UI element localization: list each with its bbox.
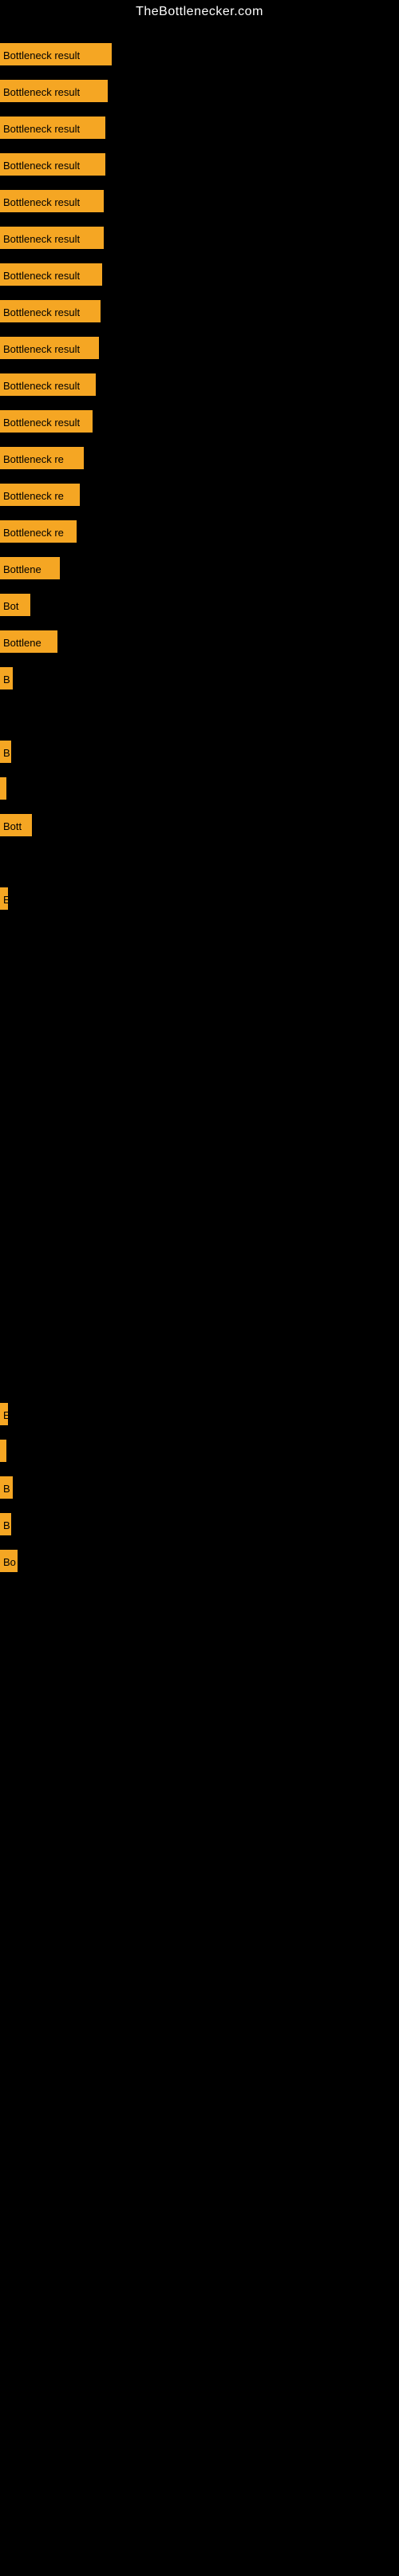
bar-label: B — [0, 667, 13, 689]
bar-label: B — [0, 741, 11, 763]
bar-label: E — [0, 887, 8, 910]
bar-row — [0, 1440, 14, 1462]
bar-row: Bottlene — [0, 630, 69, 653]
bar-row: Bottleneck result — [0, 337, 111, 359]
bar-label: Bottleneck re — [0, 447, 84, 469]
bar-row: Bottleneck result — [0, 300, 113, 322]
bar-label: Bottleneck re — [0, 484, 80, 506]
bar-label: B — [0, 1513, 11, 1535]
bar-label: Bottleneck result — [0, 153, 105, 176]
bar-label: Bottleneck result — [0, 227, 104, 249]
bar-row: E — [0, 887, 18, 910]
bar-row: B — [0, 1476, 24, 1499]
bar-row: Bottleneck re — [0, 447, 96, 469]
bar-row: Bot — [0, 594, 41, 616]
bar-label: Bottleneck result — [0, 117, 105, 139]
bar-row: B — [0, 741, 22, 763]
bar-label: Bottleneck result — [0, 263, 102, 286]
bar-label: Bottleneck result — [0, 190, 104, 212]
bar-row: B — [0, 1513, 22, 1535]
bar-label: Bott — [0, 814, 32, 836]
bar-row: Bottlene — [0, 557, 72, 579]
bar-row: Bottleneck re — [0, 484, 92, 506]
bar-row: Bottleneck result — [0, 190, 116, 212]
bar-row: Bottleneck result — [0, 410, 105, 433]
bar-row: Bottleneck result — [0, 373, 108, 396]
bar-label: Bottleneck result — [0, 300, 101, 322]
bar-row: Bottleneck result — [0, 43, 124, 65]
bar-label: E — [0, 1403, 8, 1425]
bar-row: Bottleneck result — [0, 80, 120, 102]
bar-label: B — [0, 1476, 13, 1499]
bar-label: Bottleneck result — [0, 410, 93, 433]
bar-label: Bottleneck result — [0, 43, 112, 65]
bar-row: Bottleneck result — [0, 227, 116, 249]
bar-label: Bot — [0, 594, 30, 616]
bar-row: Bottleneck re — [0, 520, 88, 543]
bar-label: Bottleneck result — [0, 337, 99, 359]
bar-label — [0, 777, 6, 800]
bar-label: Bottleneck re — [0, 520, 77, 543]
bar-label: Bottleneck result — [0, 80, 108, 102]
bar-row — [0, 777, 14, 800]
bar-row: B — [0, 667, 24, 689]
bar-label: Bottleneck result — [0, 373, 96, 396]
bar-label: Bottlene — [0, 557, 60, 579]
bar-row: Bo — [0, 1550, 29, 1572]
bar-row: Bottleneck result — [0, 263, 114, 286]
site-title: TheBottlenecker.com — [0, 0, 399, 22]
bar-label: Bottlene — [0, 630, 57, 653]
bar-label: Bo — [0, 1550, 18, 1572]
bar-row: Bottleneck result — [0, 117, 117, 139]
bar-label — [0, 1440, 6, 1462]
bar-row: Bott — [0, 814, 43, 836]
bar-row: E — [0, 1403, 18, 1425]
bar-row: Bottleneck result — [0, 153, 117, 176]
